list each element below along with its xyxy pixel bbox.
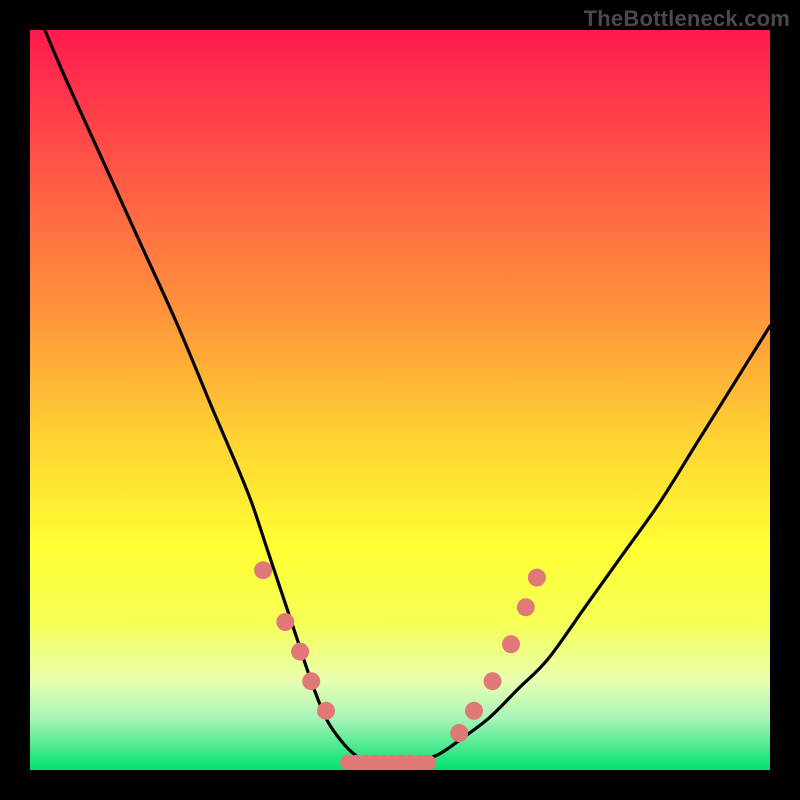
curve-marker	[450, 724, 468, 742]
curve-marker	[502, 635, 520, 653]
floor-markers	[340, 755, 436, 770]
curve-marker	[302, 672, 320, 690]
left-markers	[254, 561, 335, 720]
curve-marker	[276, 613, 294, 631]
curve-marker	[517, 598, 535, 616]
right-markers	[450, 569, 546, 742]
curve-marker	[484, 672, 502, 690]
bottleneck-curve-svg	[30, 30, 770, 770]
bottleneck-curve	[45, 30, 770, 763]
curve-marker	[254, 561, 272, 579]
curve-marker	[291, 643, 309, 661]
curve-marker	[317, 702, 335, 720]
plot-area	[30, 30, 770, 770]
chart-frame: TheBottleneck.com	[0, 0, 800, 800]
watermark-text: TheBottleneck.com	[584, 6, 790, 32]
curve-marker	[528, 569, 546, 587]
curve-marker	[465, 702, 483, 720]
curve-marker	[420, 755, 436, 770]
